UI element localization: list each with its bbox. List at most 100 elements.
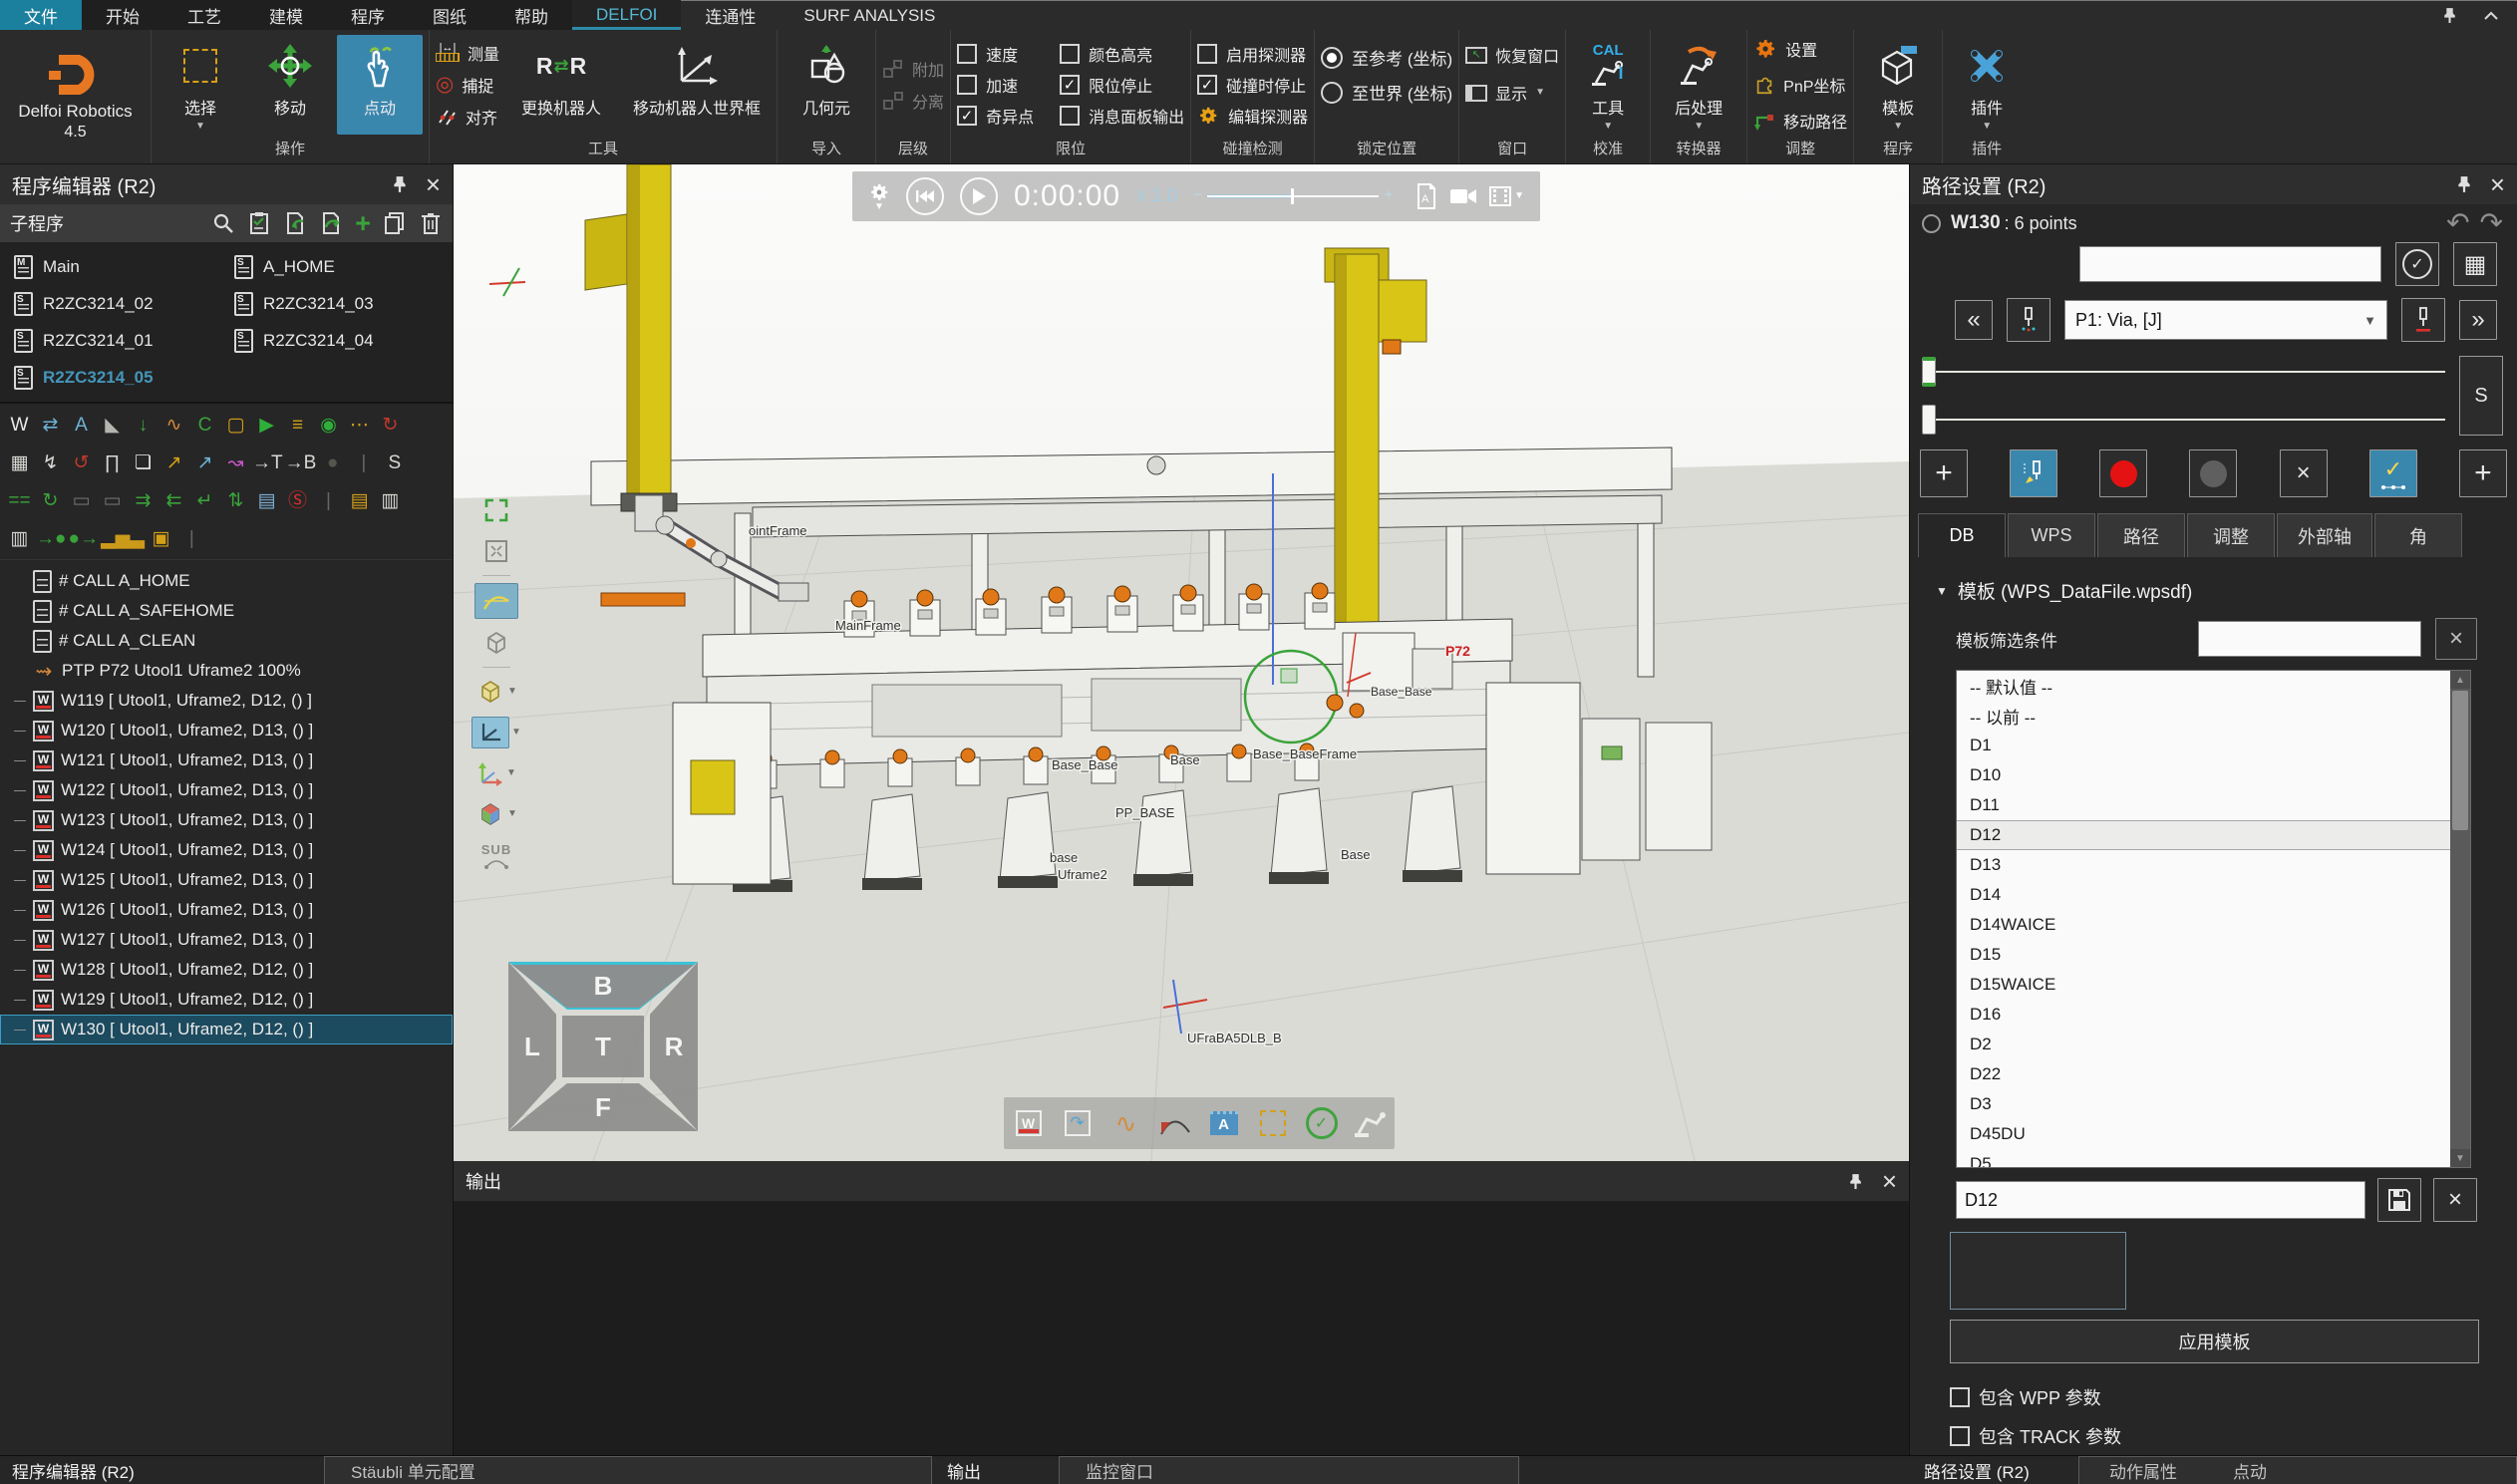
subprogram-item[interactable]: S A_HOME	[226, 248, 447, 285]
rotate-ccw-icon[interactable]: ↺	[66, 445, 97, 479]
path-linear-icon[interactable]: ↗	[189, 445, 220, 479]
radio-icon[interactable]	[1321, 47, 1343, 69]
collision-checkbox[interactable]: 碰撞时停止	[1197, 69, 1308, 100]
measure-button[interactable]: |↔| 测量	[436, 38, 499, 68]
lock-radio[interactable]: 至世界 (坐标)	[1321, 75, 1452, 110]
select-point-mode-button[interactable]: W	[1009, 1103, 1049, 1143]
path-display-button[interactable]: ∿	[1106, 1103, 1146, 1143]
s-subprogram-icon[interactable]: S	[379, 445, 410, 479]
copy-icon[interactable]	[383, 211, 407, 235]
template-item[interactable]: -- 以前 --	[1957, 701, 2450, 731]
divider-icon[interactable]: |	[176, 521, 207, 555]
move-world-frame-button[interactable]: 移动机器人世界框	[623, 35, 771, 135]
template-item[interactable]: D5	[1957, 1149, 2450, 1168]
select-point-icon[interactable]: W	[4, 408, 35, 442]
menu-item[interactable]: 工艺	[163, 0, 245, 30]
pin-icon[interactable]	[388, 172, 412, 196]
postprocess-button[interactable]: 后处理▼	[1657, 35, 1740, 135]
shaded-view-button[interactable]: ▼	[475, 675, 517, 709]
statement-row[interactable]: W128 [ Utool1, Uframe2, D12, () ]	[0, 955, 453, 985]
tab-staubli-config[interactable]: Stäubli 单元配置	[324, 1456, 932, 1484]
next-point-button[interactable]: »	[2459, 300, 2497, 340]
edit-detector-button[interactable]: 编辑探测器	[1197, 100, 1308, 131]
robot-config-button[interactable]	[1351, 1103, 1391, 1143]
checkbox-icon[interactable]	[1060, 44, 1080, 64]
add-subprogram-icon[interactable]: +	[355, 212, 371, 234]
3d-viewport[interactable]: ointFrame MainFrame P72 Base_Base Base B…	[454, 164, 1909, 1161]
signal-in-icon[interactable]: →●	[35, 521, 67, 555]
add-point-before-button[interactable]: +	[1920, 449, 1968, 497]
template-item[interactable]: D10	[1957, 760, 2450, 790]
divider-icon[interactable]: |	[313, 483, 344, 517]
close-icon[interactable]: ×	[1882, 1171, 1897, 1191]
template-item[interactable]: D45DU	[1957, 1119, 2450, 1149]
checkbox-icon[interactable]	[1197, 75, 1217, 95]
template-item[interactable]: D15	[1957, 940, 2450, 970]
checkbox-icon[interactable]	[1950, 1426, 1970, 1446]
slider-handle[interactable]	[1922, 357, 1936, 387]
branch-in-icon[interactable]: ⇇	[158, 483, 189, 517]
record-point-button[interactable]	[2099, 449, 2147, 497]
checkbox-icon[interactable]	[957, 44, 977, 64]
template-button[interactable]: 模板▼	[1860, 35, 1936, 135]
statement-row[interactable]: # CALL A_CLEAN	[0, 626, 453, 656]
confirm-button[interactable]: ✓	[2395, 242, 2439, 286]
import-program-icon[interactable]	[283, 211, 307, 235]
speed-plus-icon[interactable]: +	[1385, 186, 1394, 203]
menu-item[interactable]: 建模	[245, 0, 327, 30]
statement-row[interactable]: W119 [ Utool1, Uframe2, D12, () ]	[0, 686, 453, 716]
limit-checkbox[interactable]: 限位停止	[1060, 69, 1184, 100]
check-path-button[interactable]: ✓	[2369, 449, 2417, 497]
previous-point-button[interactable]: «	[1955, 300, 1993, 340]
menu-item[interactable]: 帮助	[490, 0, 572, 30]
path-spline-icon[interactable]: ↝	[220, 445, 251, 479]
to-base-icon[interactable]: →B	[284, 445, 318, 479]
delete-icon[interactable]	[419, 211, 443, 235]
calibration-tool-button[interactable]: CAL 工具▼	[1572, 35, 1644, 135]
menu-item[interactable]: SURF ANALYSIS	[780, 0, 959, 30]
limit-checkbox[interactable]: 颜色高亮	[1060, 38, 1184, 69]
rewind-button[interactable]	[906, 177, 944, 215]
stop-icon[interactable]: Ⓢ	[282, 483, 313, 517]
attach-button[interactable]: 附加	[882, 54, 944, 84]
clipboard-icon[interactable]: ▤	[344, 483, 375, 517]
settings-tab[interactable]: 调整	[2187, 513, 2275, 557]
menu-item[interactable]: 文件	[0, 0, 82, 30]
settings-tab[interactable]: 路径	[2097, 513, 2185, 557]
statement-row[interactable]: # CALL A_HOME	[0, 566, 453, 596]
export-pdf-button[interactable]: A	[1416, 183, 1437, 209]
branch-out-icon[interactable]: ⇉	[128, 483, 158, 517]
path-position-slider[interactable]	[1918, 356, 2449, 388]
zoom-fit-button[interactable]	[482, 493, 510, 527]
view-orientation-button[interactable]: ▼	[475, 797, 517, 831]
align-button[interactable]: 对齐	[436, 102, 499, 132]
subprogram-item[interactable]: S R2ZC3214_01	[6, 322, 226, 359]
delete-point-button[interactable]: ×	[2280, 449, 2328, 497]
collision-checkbox[interactable]: 启用探测器	[1197, 38, 1308, 69]
close-icon[interactable]: ×	[426, 174, 441, 194]
pin-window-icon[interactable]	[2437, 4, 2461, 28]
template-item[interactable]: D22	[1957, 1059, 2450, 1089]
frame-select-icon[interactable]: ▢	[220, 408, 251, 442]
chart-button[interactable]	[1155, 1103, 1195, 1143]
template-item[interactable]: D2	[1957, 1030, 2450, 1059]
route-icon[interactable]: ↯	[35, 445, 66, 479]
label-table-button[interactable]: A	[1204, 1103, 1244, 1143]
checkbox-icon[interactable]	[957, 106, 977, 126]
zoom-selected-button[interactable]	[483, 534, 509, 568]
collapse-ribbon-icon[interactable]	[2479, 4, 2503, 28]
statement-row[interactable]: W124 [ Utool1, Uframe2, D13, () ]	[0, 835, 453, 865]
notes-icon[interactable]: ▥	[375, 483, 406, 517]
template-item[interactable]: D14	[1957, 880, 2450, 910]
jog-button[interactable]: 点动	[337, 35, 423, 135]
tab-output[interactable]: 输出	[947, 1456, 981, 1484]
subprogram-item[interactable]: S R2ZC3214_03	[226, 285, 447, 322]
clear-filter-button[interactable]: ×	[2435, 618, 2477, 660]
statement-row[interactable]: PTP P72 Utool1 Uframe2 100%	[0, 656, 453, 686]
template-item[interactable]: D14WAICE	[1957, 910, 2450, 940]
slider-handle[interactable]	[1922, 405, 1936, 435]
checkbox-icon[interactable]	[957, 75, 977, 95]
clear-template-button[interactable]: ×	[2433, 1178, 2477, 1222]
point-name-input[interactable]	[2079, 246, 2381, 282]
move-tool-to-point-button[interactable]	[2010, 449, 2057, 497]
